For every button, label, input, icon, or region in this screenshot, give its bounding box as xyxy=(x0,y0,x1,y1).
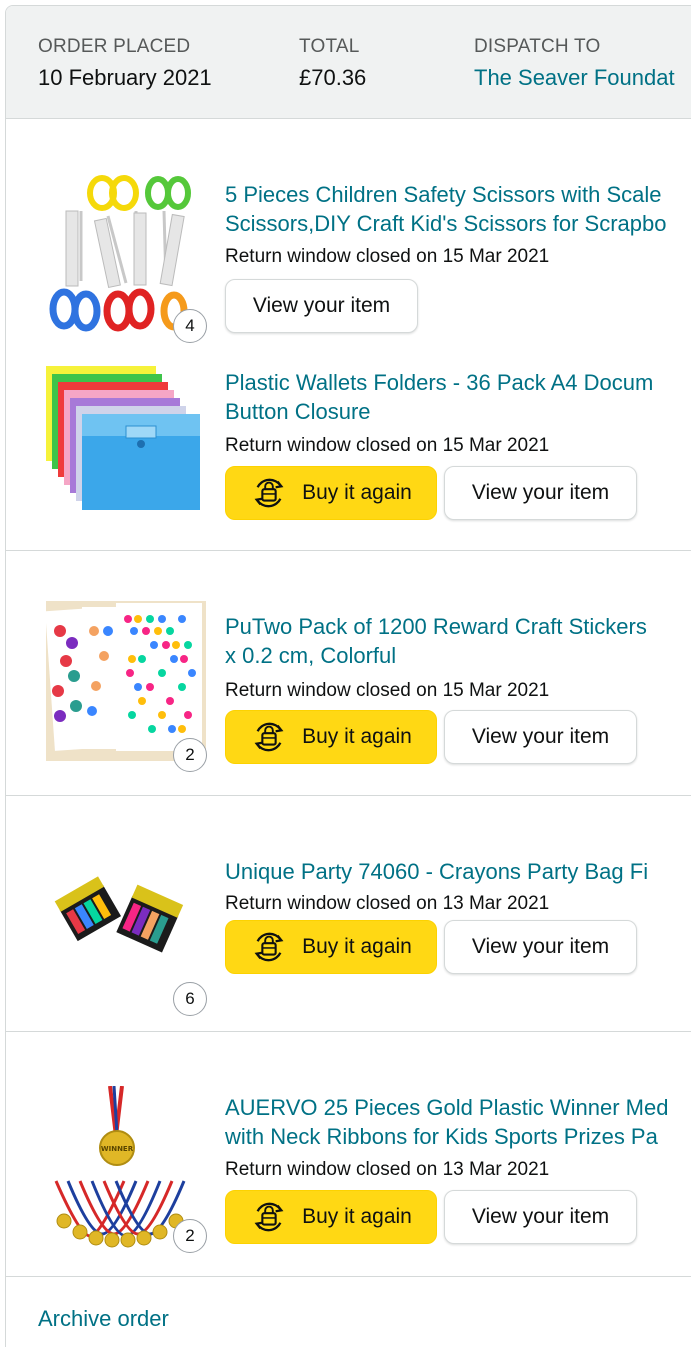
return-status: Return window closed on 13 Mar 2021 xyxy=(225,1159,550,1180)
return-status: Return window closed on 15 Mar 2021 xyxy=(225,680,550,701)
crayons-image[interactable] xyxy=(46,876,206,976)
order-placed-label: ORDER PLACED xyxy=(38,36,191,57)
buy-again-icon xyxy=(254,1202,284,1232)
quantity-badge: 4 xyxy=(173,309,207,343)
item-title-line-2: x 0.2 cm, Colorful xyxy=(225,643,397,668)
buy-again-button[interactable]: Buy it again xyxy=(225,466,437,520)
view-item-button[interactable]: View your item xyxy=(444,466,637,520)
quantity-badge: 2 xyxy=(173,1219,207,1253)
item-title-link[interactable]: PuTwo Pack of 1200 Reward Craft Stickers… xyxy=(225,612,691,670)
buy-again-icon xyxy=(254,478,284,508)
item-title-line-1: Unique Party 74060 - Crayons Party Bag F… xyxy=(225,859,649,884)
buy-again-label: Buy it again xyxy=(302,935,412,958)
item-title-line-1: Plastic Wallets Folders - 36 Pack A4 Doc… xyxy=(225,370,654,395)
buy-again-button[interactable]: Buy it again xyxy=(225,920,437,974)
folders-image[interactable] xyxy=(46,366,206,511)
item-title-link[interactable]: 5 Pieces Children Safety Scissors with S… xyxy=(225,180,691,238)
item-title-link[interactable]: Unique Party 74060 - Crayons Party Bag F… xyxy=(225,857,691,886)
return-status: Return window closed on 15 Mar 2021 xyxy=(225,246,550,267)
archive-order-link[interactable]: Archive order xyxy=(38,1306,169,1332)
medal-text: WINNER xyxy=(101,1145,134,1153)
quantity-badge: 2 xyxy=(173,738,207,772)
view-item-button[interactable]: View your item xyxy=(444,1190,637,1244)
buy-again-button[interactable]: Buy it again xyxy=(225,1190,437,1244)
view-item-button[interactable]: View your item xyxy=(225,279,418,333)
buy-again-label: Buy it again xyxy=(302,481,412,504)
item-divider xyxy=(6,795,691,796)
item-divider xyxy=(6,1276,691,1277)
quantity-badge: 6 xyxy=(173,982,207,1016)
order-header: ORDER PLACED 10 February 2021 TOTAL £70.… xyxy=(6,6,691,119)
dispatch-recipient-link[interactable]: The Seaver Foundat xyxy=(474,64,675,92)
item-title-line-2: Scissors,DIY Craft Kid's Scissors for Sc… xyxy=(225,211,667,236)
buy-again-label: Buy it again xyxy=(302,725,412,748)
view-item-button[interactable]: View your item xyxy=(444,710,637,764)
dispatch-column: DISPATCH TO The Seaver Foundat xyxy=(474,36,675,92)
buy-again-icon xyxy=(254,722,284,752)
item-title-link[interactable]: Plastic Wallets Folders - 36 Pack A4 Doc… xyxy=(225,368,691,426)
order-card: ORDER PLACED 10 February 2021 TOTAL £70.… xyxy=(5,5,691,1347)
item-title-line-1: PuTwo Pack of 1200 Reward Craft Stickers xyxy=(225,614,647,639)
item-title-link[interactable]: AUERVO 25 Pieces Gold Plastic Winner Med… xyxy=(225,1093,691,1151)
total-column: TOTAL £70.36 xyxy=(299,36,366,92)
total-value: £70.36 xyxy=(299,65,367,90)
item-divider xyxy=(6,1031,691,1032)
order-placed-column: ORDER PLACED 10 February 2021 xyxy=(38,36,212,92)
item-title-line-1: 5 Pieces Children Safety Scissors with S… xyxy=(225,182,662,207)
return-status: Return window closed on 15 Mar 2021 xyxy=(225,435,550,456)
return-status: Return window closed on 13 Mar 2021 xyxy=(225,893,550,914)
dispatch-label: DISPATCH TO xyxy=(474,36,601,57)
item-divider xyxy=(6,550,691,551)
view-item-button[interactable]: View your item xyxy=(444,920,637,974)
item-title-line-2: with Neck Ribbons for Kids Sports Prizes… xyxy=(225,1124,658,1149)
buy-again-icon xyxy=(254,932,284,962)
order-placed-date: 10 February 2021 xyxy=(38,65,212,90)
buy-again-button[interactable]: Buy it again xyxy=(225,710,437,764)
buy-again-label: Buy it again xyxy=(302,1205,412,1228)
item-title-line-1: AUERVO 25 Pieces Gold Plastic Winner Med xyxy=(225,1095,669,1120)
item-title-line-2: Button Closure xyxy=(225,399,371,424)
total-label: TOTAL xyxy=(299,36,360,57)
